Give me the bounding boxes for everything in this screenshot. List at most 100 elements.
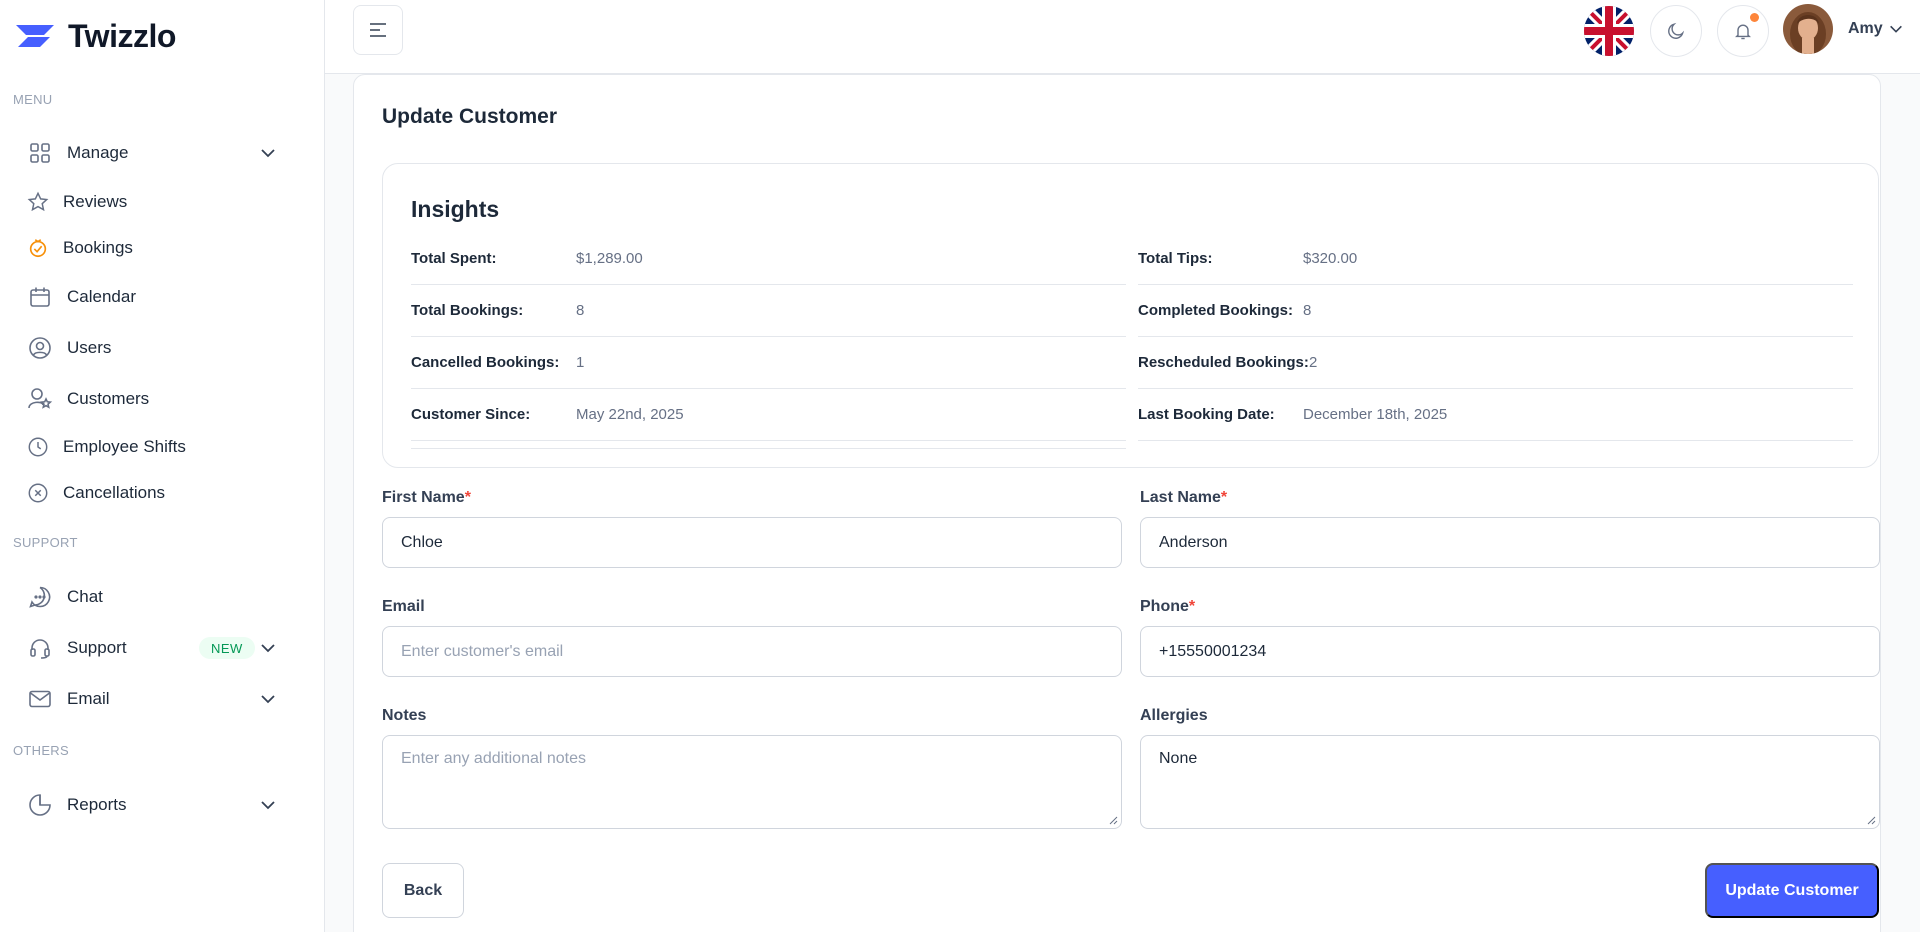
app-name: Twizzlo (68, 17, 176, 54)
menu-icon (370, 23, 386, 37)
pie-chart-icon (27, 792, 53, 818)
sidebar-item-label: Calendar (67, 287, 136, 306)
sidebar-item-chat[interactable]: Chat (27, 577, 289, 617)
phone-input[interactable]: +15550001234 (1140, 626, 1880, 677)
twizzlo-logo-icon (16, 25, 54, 47)
last-name-input[interactable]: Anderson (1140, 517, 1880, 568)
sidebar-toggle-button[interactable] (353, 5, 403, 55)
bell-icon (1735, 24, 1751, 40)
insight-row: Customer Since: May 22nd, 2025 (411, 389, 1126, 441)
notes-placeholder: Enter any additional notes (401, 750, 587, 767)
theme-toggle-button[interactable] (1650, 5, 1702, 57)
avatar[interactable] (1783, 4, 1833, 54)
chevron-down-icon (261, 644, 275, 653)
moon-icon (1668, 22, 1685, 39)
sidebar-item-label: Reviews (63, 192, 128, 211)
insight-label: Total Spent: (411, 250, 497, 267)
email-label: Email (382, 598, 425, 615)
sidebar: Twizzlo MENU Manage Reviews Bookings Cal… (0, 0, 325, 932)
calendar-icon (27, 284, 53, 310)
sidebar-item-label: Cancellations (63, 483, 166, 502)
cancel-circle-icon (27, 482, 49, 504)
resize-handle-icon[interactable] (1108, 815, 1118, 825)
required-marker: * (1220, 489, 1228, 506)
insights-panel: Insights Total Spent: $1,289.00 Total Ti… (382, 163, 1879, 468)
insight-row: Total Bookings: 8 (411, 285, 1126, 337)
user-circle-icon (27, 335, 53, 361)
user-name[interactable]: Amy (1848, 20, 1883, 38)
allergies-label: Allergies (1140, 707, 1208, 724)
sidebar-item-label: Email (67, 689, 110, 708)
language-selector[interactable] (1584, 6, 1634, 56)
new-badge: NEW (199, 637, 255, 659)
sidebar-item-reviews[interactable]: Reviews (27, 182, 289, 222)
top-header: Amy (325, 0, 1920, 74)
update-customer-card: Update Customer Insights Total Spent: $1… (353, 74, 1881, 932)
user-avatar-icon (1783, 4, 1833, 54)
notes-label: Notes (382, 707, 427, 724)
sidebar-item-calendar[interactable]: Calendar (27, 277, 289, 317)
sidebar-item-bookings[interactable]: Bookings (27, 228, 289, 268)
notifications-button[interactable] (1717, 5, 1769, 57)
insights-title: Insights (411, 196, 500, 222)
insight-value: 2 (1309, 354, 1318, 371)
sidebar-item-users[interactable]: Users (27, 328, 289, 368)
page-title: Update Customer (382, 105, 558, 128)
phone-label: Phone* (1140, 598, 1195, 616)
insight-label: Total Bookings: (411, 302, 524, 319)
sidebar-item-label: Customers (67, 389, 150, 408)
bookings-icon (27, 237, 49, 259)
insight-row: Total Tips: $320.00 (1138, 233, 1853, 285)
insight-value: $320.00 (1303, 250, 1358, 267)
last-name-label: Last Name* (1140, 489, 1227, 507)
email-field[interactable]: Enter customer's email (382, 626, 1122, 677)
allergies-textarea[interactable]: None (1140, 735, 1880, 829)
sidebar-item-manage[interactable]: Manage (27, 133, 289, 173)
insight-row: Rescheduled Bookings: 2 (1138, 337, 1853, 389)
menu-group-label: MENU (13, 92, 53, 107)
sidebar-item-customers[interactable]: Customers (27, 379, 289, 419)
insight-value: $1,289.00 (576, 250, 643, 267)
insight-label: Cancelled Bookings: (411, 354, 560, 371)
sidebar-item-label: Bookings (63, 238, 133, 257)
sidebar-item-cancellations[interactable]: Cancellations (27, 473, 289, 513)
notes-textarea[interactable]: Enter any additional notes (382, 735, 1122, 829)
clock-icon (27, 436, 49, 458)
sidebar-item-support[interactable]: Support NEW (27, 628, 289, 668)
insight-value: May 22nd, 2025 (576, 406, 684, 423)
chevron-down-icon (261, 801, 275, 810)
required-marker: * (464, 489, 471, 506)
back-button[interactable]: Back (382, 863, 464, 918)
insight-label: Last Booking Date: (1138, 406, 1275, 423)
mail-icon (27, 686, 53, 712)
customers-icon (27, 386, 53, 412)
sidebar-item-label: Users (67, 338, 112, 357)
insight-value: 1 (576, 354, 585, 371)
uk-flag-icon (1584, 6, 1634, 56)
insight-row: Total Spent: $1,289.00 (411, 233, 1126, 285)
sidebar-item-employee-shifts[interactable]: Employee Shifts (27, 427, 289, 467)
insight-value: December 18th, 2025 (1303, 406, 1448, 423)
sidebar-item-email[interactable]: Email (27, 679, 289, 719)
resize-handle-icon[interactable] (1866, 815, 1876, 825)
app-logo[interactable]: Twizzlo (14, 18, 176, 54)
insight-value: 8 (1303, 302, 1312, 319)
sidebar-item-label: Manage (67, 143, 129, 162)
sidebar-item-reports[interactable]: Reports (27, 785, 289, 825)
required-marker: * (1188, 598, 1196, 615)
insight-label: Completed Bookings: (1138, 302, 1294, 319)
grid-icon (27, 140, 53, 166)
insight-row: Cancelled Bookings: 1 (411, 337, 1126, 389)
first-name-label-text: First Name (382, 489, 465, 506)
chevron-down-icon[interactable] (1888, 21, 1904, 37)
sidebar-item-label: Chat (67, 587, 103, 606)
chevron-down-icon (261, 149, 275, 158)
chat-icon (27, 584, 53, 610)
insight-value: 8 (576, 302, 585, 319)
phone-label-text: Phone (1140, 598, 1189, 615)
sidebar-item-label: Employee Shifts (63, 437, 186, 456)
update-customer-button[interactable]: Update Customer (1705, 863, 1879, 918)
sidebar-item-label: Support (67, 638, 127, 657)
insight-label: Total Tips: (1138, 250, 1213, 267)
first-name-input[interactable]: Chloe (382, 517, 1122, 568)
